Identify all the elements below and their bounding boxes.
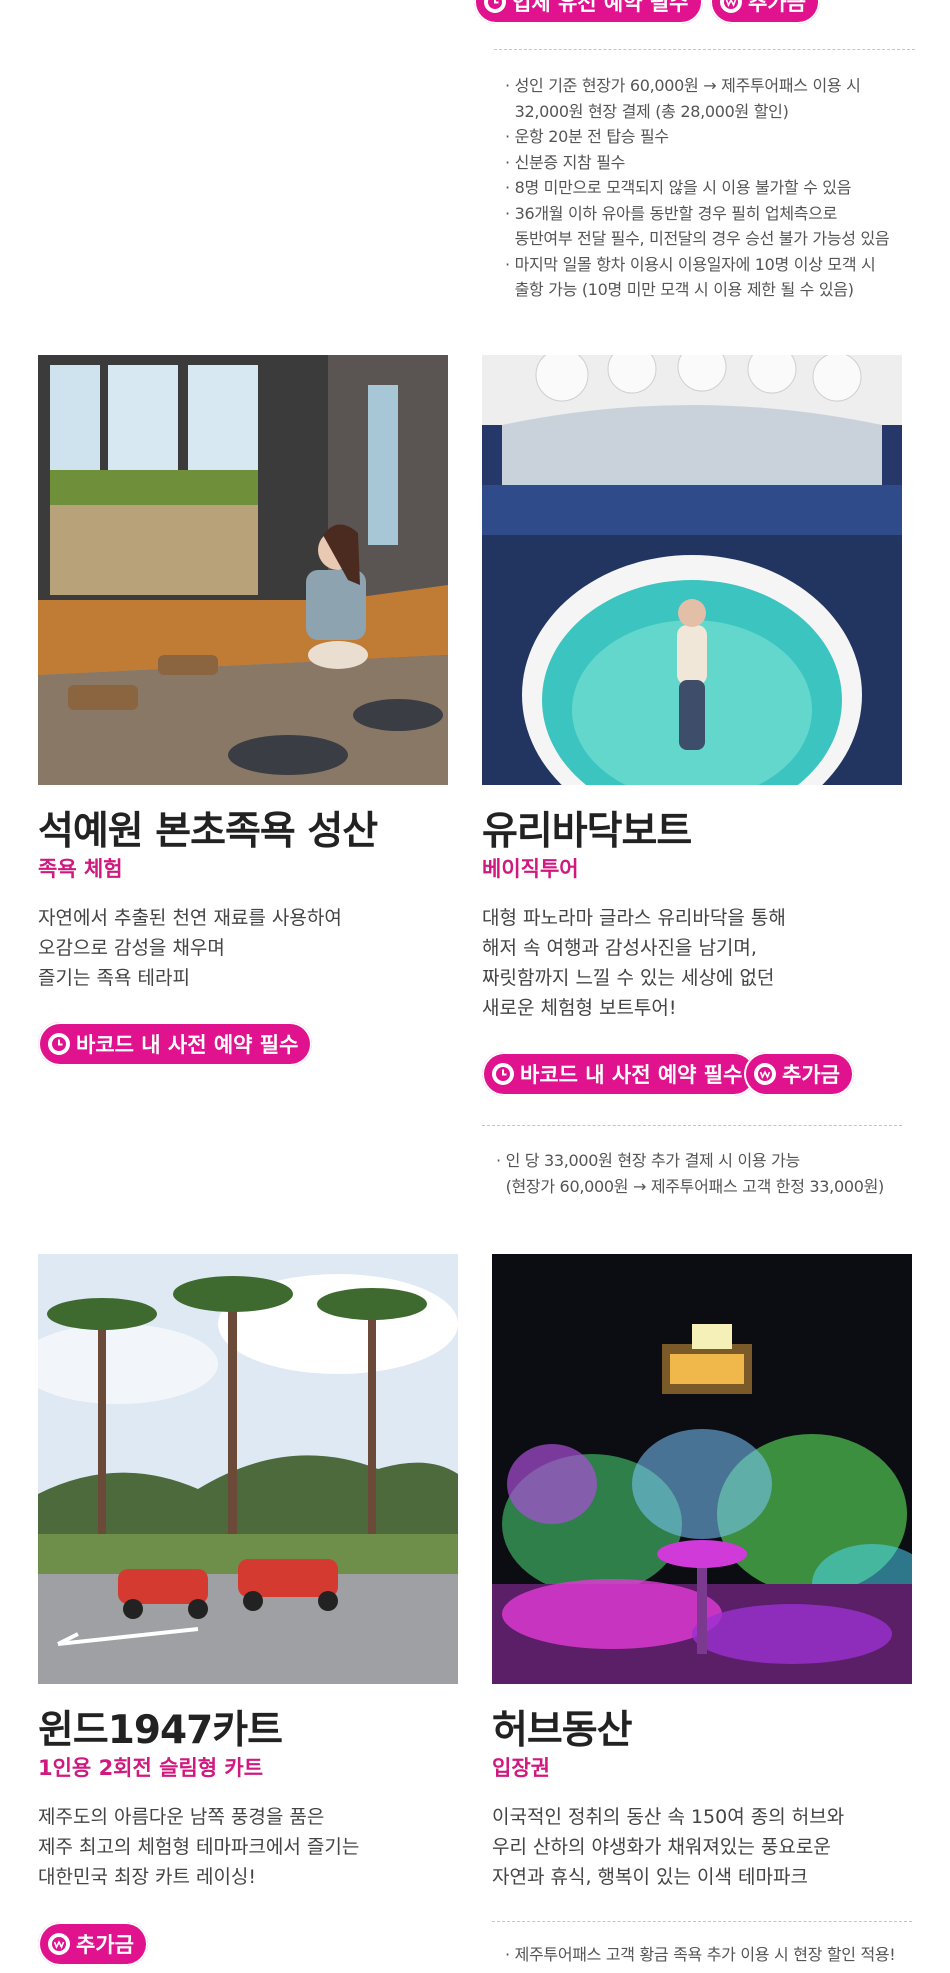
notes-divider [482, 1125, 902, 1126]
card-description: 이국적인 정취의 동산 속 150여 종의 허브와 우리 산하의 야생화가 채워… [492, 1802, 844, 1892]
footbath-photo [38, 355, 448, 785]
note-line: · 성인 기준 현장가 60,000원 → 제주투어패스 이용 시 [505, 76, 861, 95]
note-line: · 신분증 지참 필수 [505, 152, 626, 172]
card-title: 윈드1947카트 [38, 1708, 283, 1753]
description-line: 우리 산하의 야생화가 채워져있는 풍요로운 [492, 1836, 831, 1858]
extra-charge-badge[interactable]: 추가금 [38, 1922, 148, 1966]
reservation-badge[interactable]: 바코드 내 사전 예약 필수 [38, 1022, 313, 1066]
reservation-badge[interactable]: 바코드 내 사전 예약 필수 [482, 1052, 757, 1096]
herb-garden-photo [492, 1254, 912, 1684]
note-line: · 운항 20분 전 탑승 필수 [505, 127, 669, 146]
won-coin-icon [754, 1063, 776, 1085]
note-line: 동반여부 전달 필수, 미전달의 경우 승선 불가 가능성 있음 [505, 229, 890, 248]
description-line: 짜릿함까지 느낄 수 있는 세상에 없던 [482, 967, 775, 989]
card-description: 자연에서 추출된 천연 재료를 사용하여 오감으로 감성을 채우며 즐기는 족욕… [38, 903, 342, 993]
badge-label: 추가금 [748, 0, 806, 15]
notes-list: · 인 당 33,000원 현장 추가 결제 시 이용 가능 (현장가 60,0… [496, 1148, 884, 1199]
notes-divider [492, 1921, 912, 1922]
description-line: 즐기는 족욕 테라피 [38, 967, 190, 989]
won-coin-icon [720, 0, 742, 13]
note-line: · 마지막 일몰 항차 이용시 이용일자에 10명 이상 모객 시 [505, 254, 876, 274]
notes-list: · 성인 기준 현장가 60,000원 → 제주투어패스 이용 시 32,000… [505, 73, 890, 303]
card-title: 석예원 본초족욕 성산 [38, 809, 378, 854]
note-line: · 8명 미만으로 모객되지 않을 시 이용 불가할 수 있음 [505, 178, 852, 197]
description-line: 제주 최고의 체험형 테마파크에서 즐기는 [38, 1836, 360, 1858]
glass-boat-photo [482, 355, 902, 785]
note-line: · 36개월 이하 유아를 동반할 경우 필히 업체측으로 [505, 203, 838, 223]
card-subtitle: 베이직투어 [482, 857, 579, 881]
card-description: 대형 파노라마 글라스 유리바닥을 통해 해저 속 여행과 감성사진을 남기며,… [482, 903, 786, 1023]
description-line: 대형 파노라마 글라스 유리바닥을 통해 [482, 907, 786, 929]
reservation-badge-phone[interactable]: 업체 유선 예약 필수 [474, 0, 703, 24]
card-description: 제주도의 아름다운 남쪽 풍경을 품은 제주 최고의 체험형 테마파크에서 즐기… [38, 1802, 359, 1892]
note-line: 32,000원 현장 결제 (총 28,000원 할인) [505, 101, 789, 121]
clock-icon [492, 1063, 514, 1085]
description-line: 오감으로 감성을 채우며 [38, 937, 225, 959]
notes-divider [494, 49, 915, 50]
clock-icon [484, 0, 506, 13]
card-title: 허브동산 [492, 1708, 633, 1753]
extra-charge-badge[interactable]: 추가금 [744, 1052, 854, 1096]
card-title: 유리바닥보트 [482, 809, 692, 854]
badge-label: 추가금 [782, 1063, 840, 1087]
clock-icon [48, 1033, 70, 1055]
description-line: 제주도의 아름다운 남쪽 풍경을 품은 [38, 1806, 325, 1828]
description-line: 해저 속 여행과 감성사진을 남기며, [482, 937, 757, 959]
extra-charge-badge[interactable]: 추가금 [710, 0, 820, 24]
notes-list: · 제주투어패스 고객 황금 족욕 추가 이용 시 현장 할인 적용! [505, 1942, 896, 1968]
badge-label: 추가금 [76, 1933, 134, 1957]
description-line: 자연과 휴식, 행복이 있는 이색 테마파크 [492, 1866, 808, 1888]
card-subtitle: 1인용 2회전 슬림형 카트 [38, 1756, 264, 1780]
badge-label: 업체 유선 예약 필수 [512, 0, 689, 15]
note-line: · 인 당 33,000원 현장 추가 결제 시 이용 가능 [496, 1151, 800, 1170]
description-line: 자연에서 추출된 천연 재료를 사용하여 [38, 907, 342, 929]
badge-label: 바코드 내 사전 예약 필수 [520, 1063, 743, 1087]
badge-label: 바코드 내 사전 예약 필수 [76, 1033, 299, 1057]
description-line: 새로운 체험형 보트투어! [482, 997, 677, 1019]
kart-photo [38, 1254, 458, 1684]
note-line: 출항 가능 (10명 미만 모객 시 이용 제한 될 수 있음) [505, 280, 854, 299]
card-subtitle: 족욕 체험 [38, 857, 123, 881]
card-subtitle: 입장권 [492, 1756, 550, 1780]
note-line: (현장가 60,000원 → 제주투어패스 고객 한정 33,000원) [496, 1176, 885, 1196]
description-line: 대한민국 최장 카트 레이싱! [38, 1866, 257, 1888]
description-line: 이국적인 정취의 동산 속 150여 종의 허브와 [492, 1806, 845, 1828]
won-coin-icon [48, 1933, 70, 1955]
note-line: · 제주투어패스 고객 황금 족욕 추가 이용 시 현장 할인 적용! [505, 1945, 896, 1964]
